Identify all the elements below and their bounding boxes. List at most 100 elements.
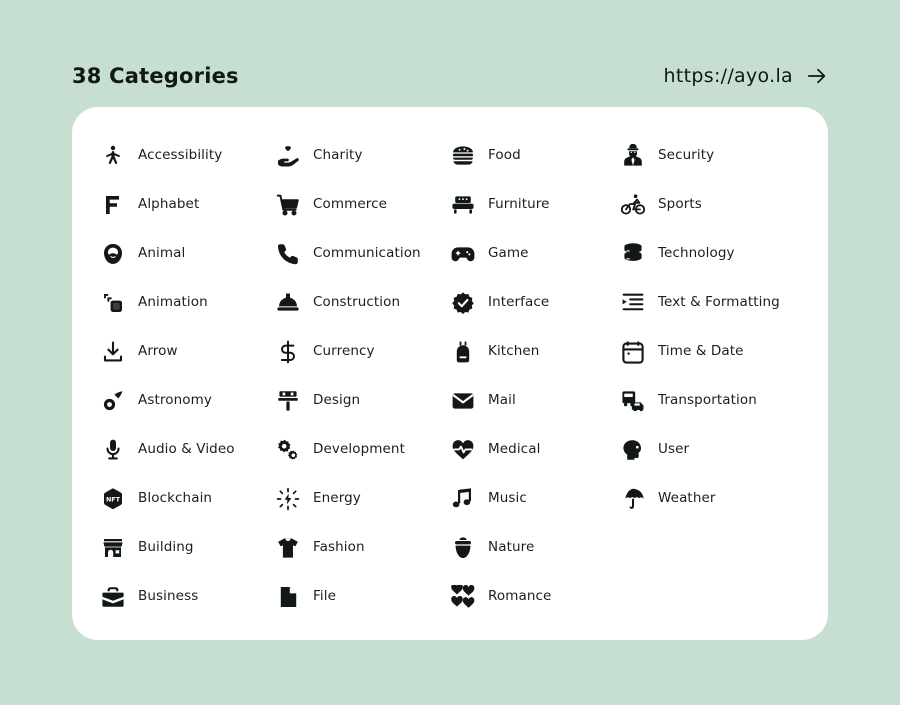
microphone-icon [100,437,126,463]
hearts-icon [450,584,476,610]
category-label: Weather [658,489,716,506]
category-item-animal[interactable]: Animal [100,229,275,278]
category-label: Animal [138,244,186,261]
category-item-game[interactable]: Game [450,229,620,278]
category-column-1: Accessibility Alphabet Animal Animation … [100,131,275,621]
tshirt-icon [275,535,301,561]
category-label: Blockchain [138,489,213,506]
gamepad-icon [450,241,476,267]
category-item-arrow[interactable]: Arrow [100,327,275,376]
category-column-4: Security Sports Technology Text & Format… [620,131,820,621]
apron-icon [450,339,476,365]
category-item-commerce[interactable]: Commerce [275,180,450,229]
categories-card: Accessibility Alphabet Animal Animation … [72,107,828,640]
category-column-2: Charity Commerce Communication Construct… [275,131,450,621]
category-label: Arrow [138,342,178,359]
category-label: Charity [313,146,363,163]
head-profile-icon [620,437,646,463]
nft-hexagon-icon: NFT [100,486,126,512]
category-label: Food [488,146,521,163]
gears-icon [275,437,301,463]
category-label: Energy [313,489,361,506]
category-label: Alphabet [138,195,200,212]
category-label: File [313,587,336,604]
category-item-kitchen[interactable]: Kitchen [450,327,620,376]
category-item-building[interactable]: Building [100,523,275,572]
paint-roller-icon [275,388,301,414]
category-item-transportation[interactable]: Transportation [620,376,820,425]
category-item-currency[interactable]: Currency [275,327,450,376]
site-link-label: https://ayo.la [663,65,793,87]
category-item-sports[interactable]: Sports [620,180,820,229]
category-item-energy[interactable]: Energy [275,474,450,523]
category-item-security[interactable]: Security [620,131,820,180]
category-label: Development [313,440,405,457]
category-item-construction[interactable]: Construction [275,278,450,327]
category-item-music[interactable]: Music [450,474,620,523]
category-label: Currency [313,342,375,359]
category-item-nature[interactable]: Nature [450,523,620,572]
category-label: Text & Formatting [658,293,780,310]
category-item-mail[interactable]: Mail [450,376,620,425]
category-label: User [658,440,690,457]
monkey-face-icon [100,241,126,267]
category-label: Interface [488,293,550,310]
category-item-file[interactable]: File [275,572,450,621]
category-label: Time & Date [658,342,744,359]
categories-page: 38 Categories https://ayo.la Accessibili… [0,0,900,705]
category-item-user[interactable]: User [620,425,820,474]
category-label: Furniture [488,195,550,212]
category-item-charity[interactable]: Charity [275,131,450,180]
category-item-design[interactable]: Design [275,376,450,425]
download-arrow-icon [100,339,126,365]
category-label: Commerce [313,195,388,212]
category-label: Mail [488,391,516,408]
category-label: Romance [488,587,552,604]
category-item-accessibility[interactable]: Accessibility [100,131,275,180]
category-item-time-date[interactable]: Time & Date [620,327,820,376]
site-link[interactable]: https://ayo.la [664,65,828,87]
category-label: Accessibility [138,146,223,163]
bicycle-icon [620,192,646,218]
category-item-technology[interactable]: Technology [620,229,820,278]
music-note-icon [450,486,476,512]
category-item-furniture[interactable]: Furniture [450,180,620,229]
category-item-astronomy[interactable]: Astronomy [100,376,275,425]
category-item-medical[interactable]: Medical [450,425,620,474]
document-icon [275,584,301,610]
category-item-weather[interactable]: Weather [620,474,820,523]
category-item-text-formatting[interactable]: Text & Formatting [620,278,820,327]
category-label: Communication [313,244,421,261]
svg-text:NFT: NFT [106,495,121,503]
storefront-icon [100,535,126,561]
category-item-communication[interactable]: Communication [275,229,450,278]
category-label: Design [313,391,361,408]
category-label: Kitchen [488,342,540,359]
letter-f-icon [100,192,126,218]
category-item-development[interactable]: Development [275,425,450,474]
category-item-animation[interactable]: Animation [100,278,275,327]
accessibility-person-icon [100,143,126,169]
category-item-romance[interactable]: Romance [450,572,620,621]
category-label: Technology [658,244,735,261]
category-item-food[interactable]: Food [450,131,620,180]
category-label: Audio & Video [138,440,235,457]
heart-pulse-icon [450,437,476,463]
category-label: Security [658,146,715,163]
category-item-business[interactable]: Business [100,572,275,621]
phone-icon [275,241,301,267]
category-item-fashion[interactable]: Fashion [275,523,450,572]
category-label: Transportation [658,391,757,408]
category-item-blockchain[interactable]: NFT Blockchain [100,474,275,523]
text-indent-icon [620,290,646,316]
umbrella-icon [620,486,646,512]
category-label: Business [138,587,199,604]
page-title: 38 Categories [72,64,239,88]
category-item-interface[interactable]: Interface [450,278,620,327]
category-label: Construction [313,293,401,310]
category-item-alphabet[interactable]: Alphabet [100,180,275,229]
briefcase-icon [100,584,126,610]
database-icon [620,241,646,267]
category-item-audio-video[interactable]: Audio & Video [100,425,275,474]
hand-heart-icon [275,143,301,169]
